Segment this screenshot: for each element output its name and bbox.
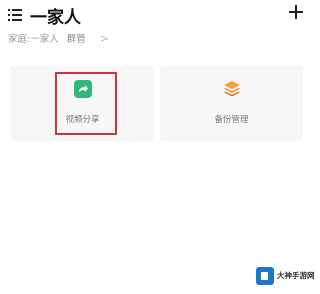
app-header: 一家人: [0, 0, 317, 34]
page-title: 一家人: [30, 8, 81, 28]
watermark-icon: [256, 267, 274, 285]
family-name: 家庭:一家人: [8, 34, 59, 45]
family-selector[interactable]: 家庭:一家人 群管 >: [8, 31, 109, 47]
chevron-right-icon: >: [99, 31, 109, 45]
share-arrow-icon: [73, 80, 92, 98]
watermark-text: 大神手游网: [277, 271, 315, 280]
watermark-logo: 大神手游网: [256, 265, 315, 289]
backup-manage-card[interactable]: 备份管理: [160, 66, 303, 141]
card-label: 备份管理: [214, 115, 249, 125]
video-share-card[interactable]: 视频分享: [11, 66, 154, 141]
list-menu-icon[interactable]: [8, 9, 22, 21]
layers-icon: [223, 81, 240, 97]
family-role: 群管: [66, 34, 86, 45]
card-label: 视频分享: [65, 115, 100, 125]
plus-icon[interactable]: [289, 5, 303, 19]
